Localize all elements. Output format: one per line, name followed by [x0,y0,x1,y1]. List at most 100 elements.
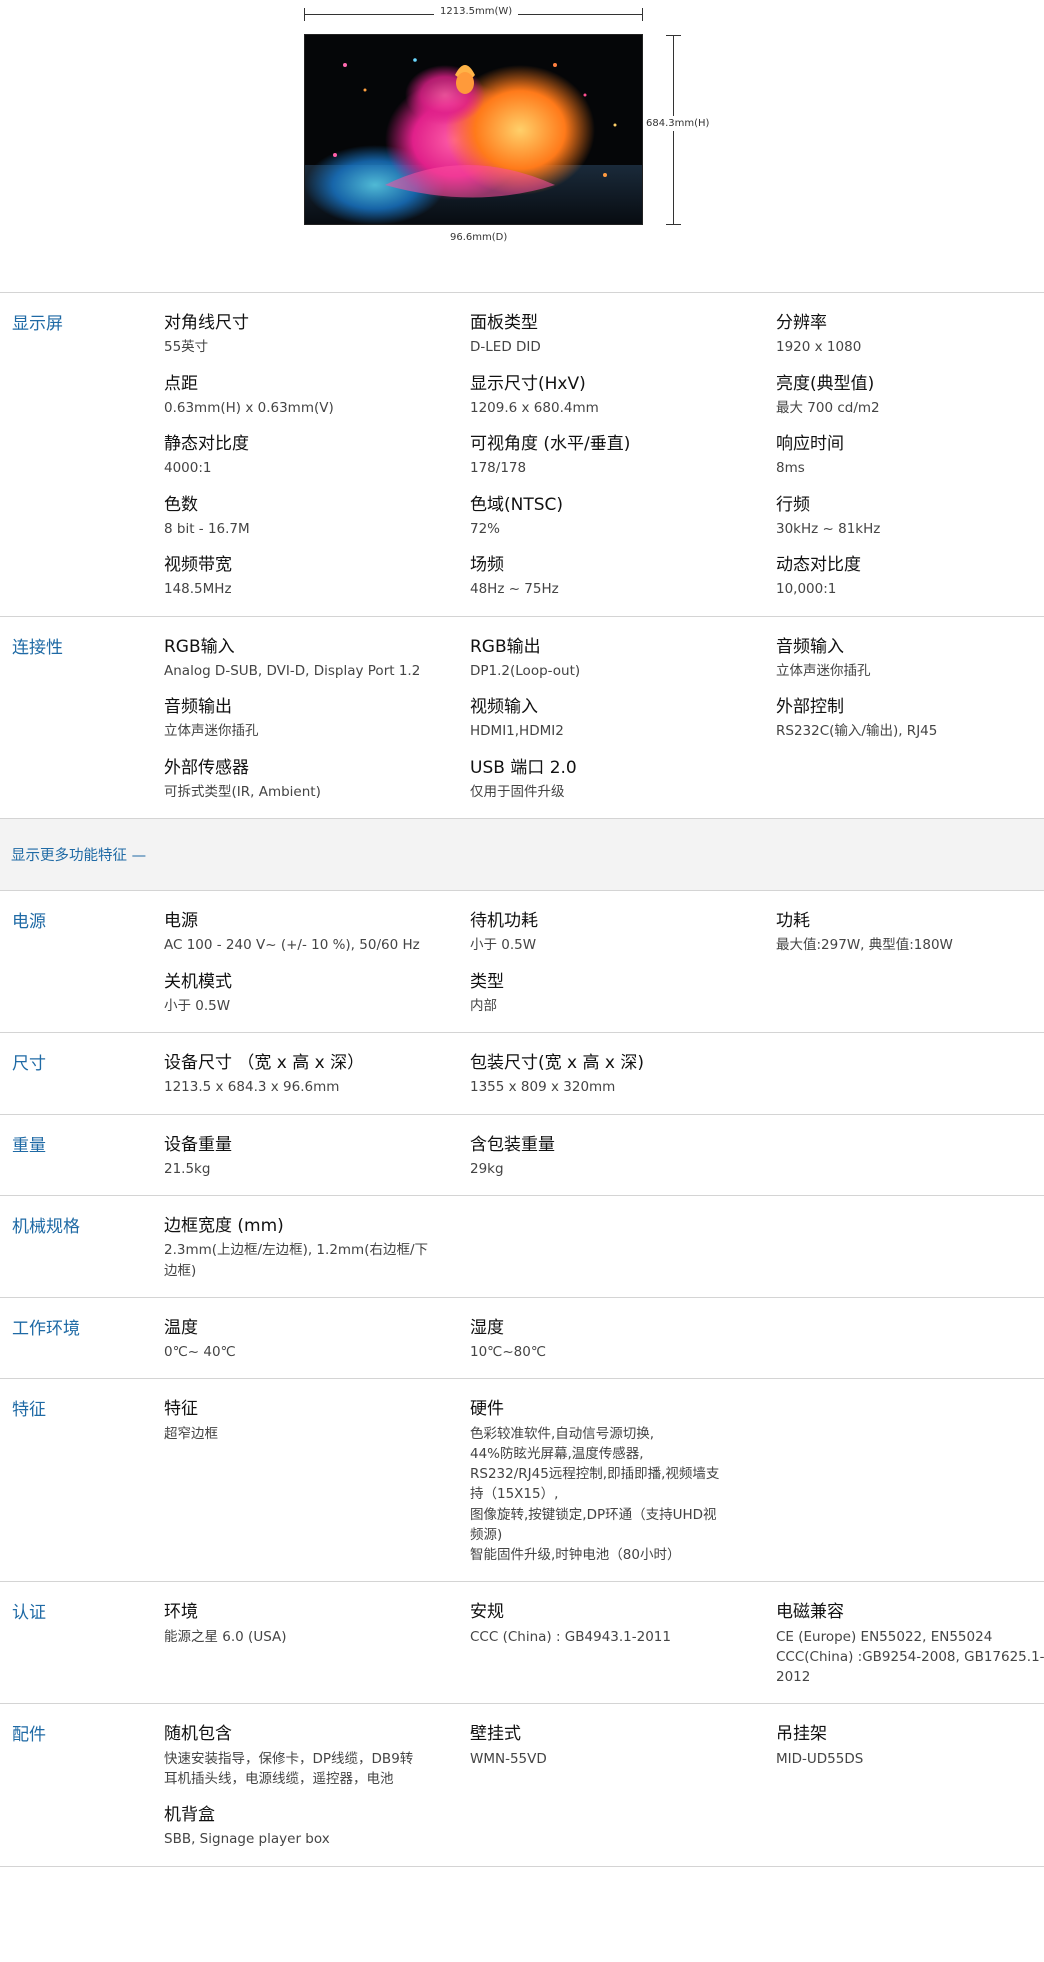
spec-item: 音频输出立体声迷你插孔 [164,697,470,742]
spec-value: 48Hz ~ 75Hz [470,581,559,598]
spec-item: RGB输出 DP1.2(Loop-out) [470,637,776,682]
section-title: 工作环境 [12,1318,80,1339]
spec-grid: 随机包含 快速安装指导，保修卡，DP线缆，DB9转 耳机插头线，电源线缆，遥控器，… [164,1724,1044,1849]
spec-label: RGB输出 [470,636,541,657]
spec-label: 点距 [164,373,198,394]
section-title: 机械规格 [12,1217,80,1237]
spec-label: 包装尺寸(宽 x 高 x 深) [470,1053,645,1073]
spec-grid: 温度 0℃~ 40℃ 湿度 10℃~80℃ [164,1318,1044,1363]
spec-value: 8ms [776,460,805,477]
spec-value: AC 100 - 240 V~ (+/- 10 %), 50/60 Hz [164,937,420,954]
spec-item: 动态对比度 10,000:1 [776,555,1044,600]
spec-label: 边框宽度 (mm) [164,1216,284,1236]
spec-item: 视频带宽 148.5MHz [164,555,470,600]
spec-section: 重量 设备重量 21.5kg 含包装重量 29kg [0,1113,1044,1196]
spec-item: 设备尺寸 （宽 x 高 x 深） 1213.5 x 684.3 x 96.6mm [164,1053,470,1098]
splash-artwork [305,35,642,224]
spec-label: 设备重量 [164,1134,232,1155]
section-title: 连接性 [12,637,63,658]
spec-label: 温度 [164,1317,198,1338]
spec-item: 静态对比度 4000:1 [164,434,470,479]
spec-section: 电源 电源 AC 100 - 240 V~ (+/- 10 %), 50/60 Hz… [0,890,1044,1032]
spec-value: 10,000:1 [776,581,837,598]
spec-label: 场频 [470,555,504,575]
spec-item: 特征 超窄边框 [164,1399,470,1565]
spec-value: 仅用于固件升级 [470,783,565,800]
section-title: 显示屏 [12,314,63,334]
spec-section: 特征 特征 超窄边框 硬件 色彩较准软件,自动信号源切换, 44%防眩光屏幕,温度传感器… [0,1378,1044,1581]
spec-value: HDMI1,HDMI2 [470,723,564,740]
spec-item: 湿度 10℃~80℃ [470,1318,776,1363]
spec-item: 音频输入 立体声迷你插孔 [776,637,1044,682]
spec-item: 对角线尺寸 55英寸 [164,313,470,358]
spec-value: 8 bit - 16.7M [164,520,250,537]
spec-item: 环境 能源之星 6.0 (USA) [164,1602,470,1687]
spec-value: 2.3mm(上边框/左边框), 1.2mm(右边框/下 边框) [164,1242,429,1279]
spec-item: RGB输入 Analog D-SUB, DVI-D, Display Port 1… [164,637,470,682]
spec-item: 硬件 色彩较准软件,自动信号源切换, 44%防眩光屏幕,温度传感器, RS232/… [470,1399,776,1565]
spec-item: 分辨率 1920 x 1080 [776,313,1044,358]
product-dimension-figure: 1213.5mm(W) 684.3mm(H) 96.6mm(D) [0,0,1044,292]
spec-grid: 电源 AC 100 - 240 V~ (+/- 10 %), 50/60 Hz 待机… [164,911,1044,1016]
spec-value: 1209.6 x 680.4mm [470,399,599,416]
spec-label: USB 端口 2.0 [470,757,577,778]
spec-label: 含包装重量 [470,1134,555,1155]
spec-value: 30kHz ~ 81kHz [776,520,881,537]
more-features-bar: 显示更多功能特征 — [0,818,1044,890]
spec-item: 机背盒 SBB, Signage player box [164,1805,470,1850]
spec-value: 色彩较准软件,自动信号源切换, 44%防眩光屏幕,温度传感器, RS232/RJ… [470,1425,720,1564]
spec-label: 响应时间 [776,434,844,454]
spec-grid: 设备重量 21.5kg 含包装重量 29kg [164,1135,1044,1180]
spec-value: 内部 [470,997,497,1014]
spec-item: 温度 0℃~ 40℃ [164,1318,470,1363]
section-title: 特征 [12,1400,46,1421]
spec-item: 电源 AC 100 - 240 V~ (+/- 10 %), 50/60 Hz [164,911,470,956]
spec-label: 视频输入 [470,697,538,717]
section-title: 配件 [12,1725,46,1746]
spec-value: 可拆式类型(IR, Ambient) [164,783,321,800]
spec-label: 吊挂架 [776,1724,827,1745]
show-more-features-link[interactable]: 显示更多功能特征 — [11,844,146,865]
spec-label: 外部传感器 [164,757,249,778]
spec-item: 设备重量 21.5kg [164,1135,470,1180]
spec-item: 亮度(典型值) 最大 700 cd/m2 [776,374,1044,419]
spec-value: 超窄边框 [164,1425,218,1442]
spec-label: 关机模式 [164,971,232,992]
spec-item: 包装尺寸(宽 x 高 x 深) 1355 x 809 x 320mm [470,1053,776,1098]
spec-item: 响应时间 8ms [776,434,1044,479]
spec-item: 点距 0.63mm(H) x 0.63mm(V) [164,374,470,419]
section-title: 尺寸 [12,1054,46,1074]
spec-section: 连接性 RGB输入 Analog D-SUB, DVI-D, Display Por… [0,615,1044,819]
spec-value: WMN-55VD [470,1750,547,1767]
spec-label: 机背盒 [164,1805,215,1825]
spec-value: 立体声迷你插孔 [164,723,259,740]
height-dimension-label: 684.3mm(H) [646,116,710,131]
spec-item: 功耗 最大值:297W, 典型值:180W [776,911,1044,956]
spec-item: 安规 CCC (China) : GB4943.1-2011 [470,1602,776,1687]
spec-value: 0.63mm(H) x 0.63mm(V) [164,399,334,416]
spec-section: 认证 环境 能源之星 6.0 (USA) 安规 CCC (China) : GB4943… [0,1581,1044,1703]
width-dimension-label: 1213.5mm(W) [434,6,519,17]
spec-label: 色数 [164,494,198,515]
spec-value: 小于 0.5W [164,997,231,1014]
spec-label: 音频输出 [164,697,232,717]
spec-label: 设备尺寸 （宽 x 高 x 深） [164,1053,365,1073]
spec-value: 1213.5 x 684.3 x 96.6mm [164,1079,340,1096]
spec-label: 环境 [164,1602,198,1623]
spec-value: RS232C(输入/输出), RJ45 [776,723,938,740]
spec-label: 电磁兼容 [776,1602,844,1623]
spec-grid: RGB输入 Analog D-SUB, DVI-D, Display Port 1… [164,637,1044,803]
spec-item: 行频 30kHz ~ 81kHz [776,495,1044,540]
spec-label: 分辨率 [776,313,827,333]
spec-label: 静态对比度 [164,434,249,454]
spec-grid: 特征 超窄边框 硬件 色彩较准软件,自动信号源切换, 44%防眩光屏幕,温度传感器, … [164,1399,1044,1565]
spec-value: 178/178 [470,460,527,477]
spec-label: 显示尺寸(HxV) [470,373,586,394]
spec-label: 可视角度 (水平/垂直) [470,434,631,454]
spec-label: 对角线尺寸 [164,313,249,333]
spec-value: 10℃~80℃ [470,1344,546,1360]
spec-item: 面板类型 D-LED DID [470,313,776,358]
spec-label: 类型 [470,971,504,992]
spec-label: 面板类型 [470,313,538,333]
spec-label: 壁挂式 [470,1724,521,1745]
